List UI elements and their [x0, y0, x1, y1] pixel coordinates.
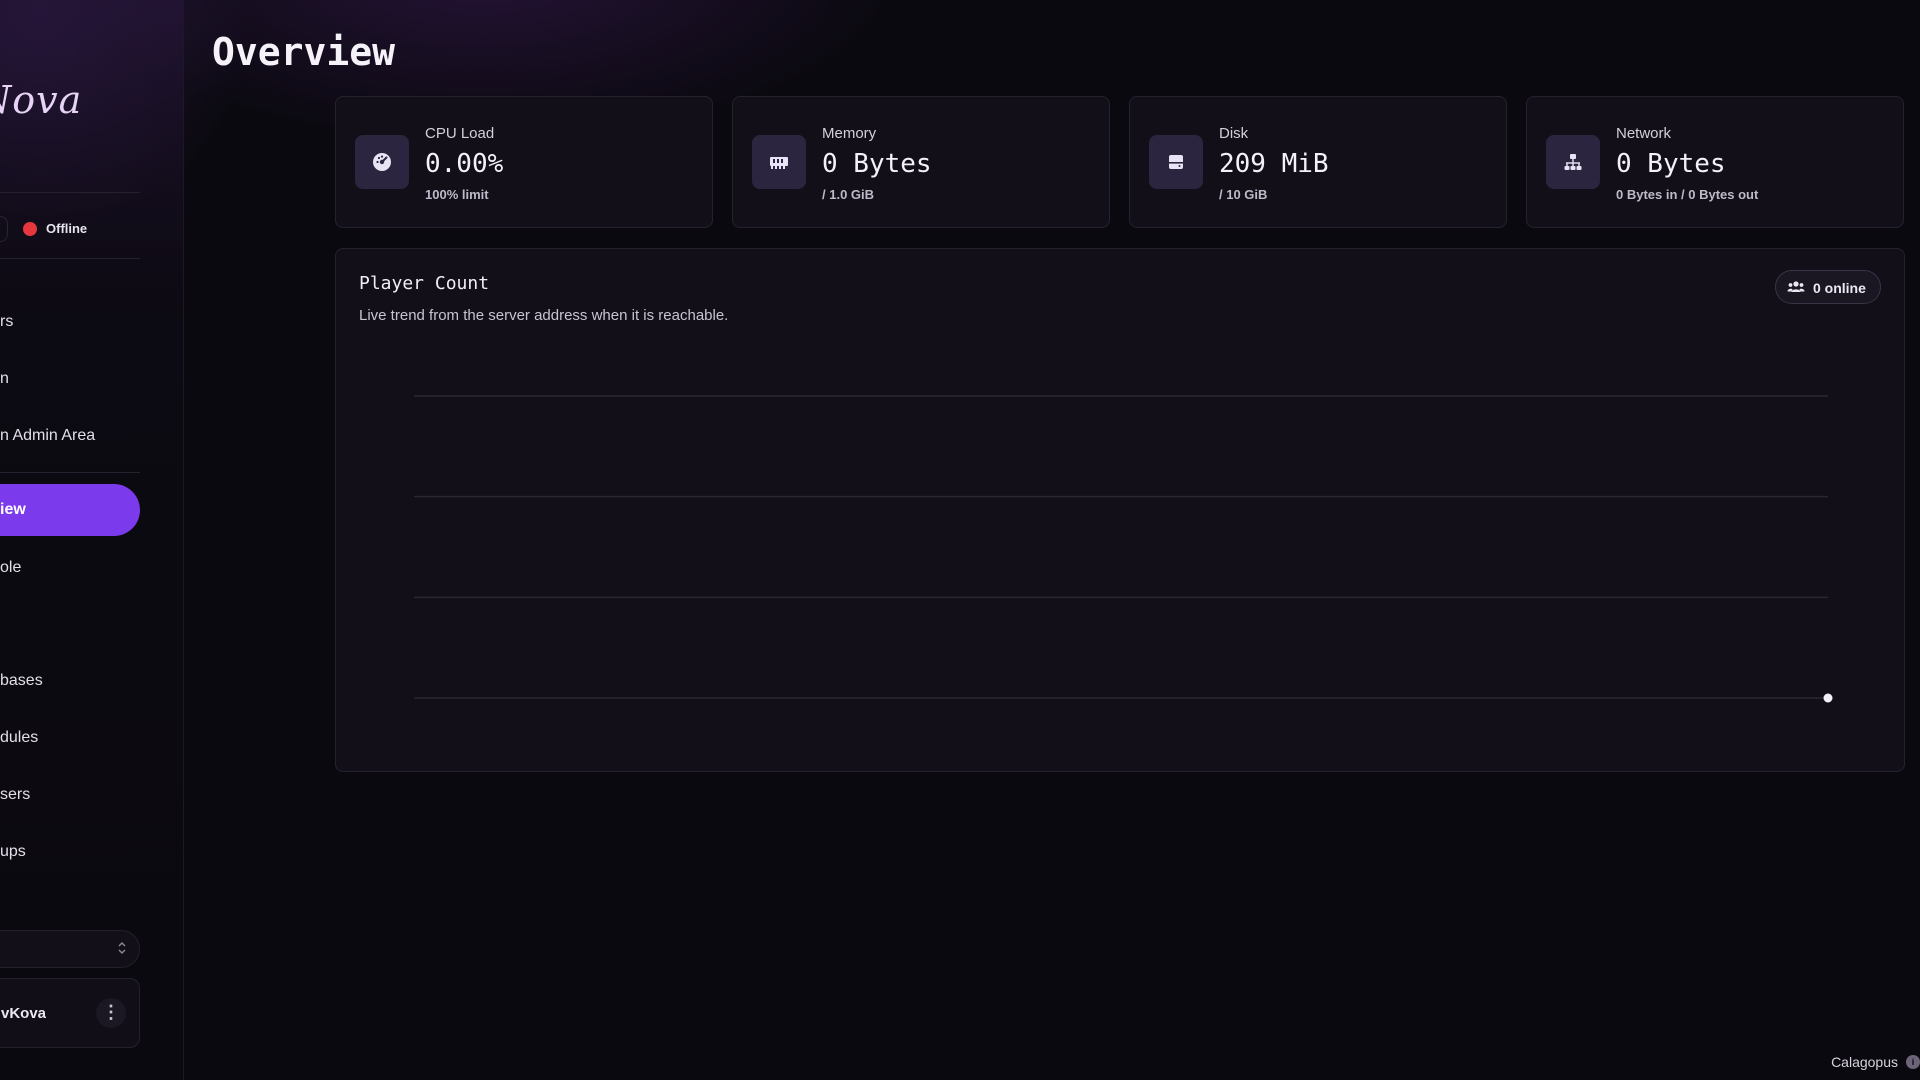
memory-icon: [752, 135, 806, 189]
player-count-card: Player Count Live trend from the server …: [335, 248, 1905, 772]
stat-card-network: Network 0 Bytes 0 Bytes in / 0 Bytes out: [1526, 96, 1904, 228]
stat-label: CPU Load: [425, 125, 495, 142]
online-badge[interactable]: 0 online: [1775, 270, 1881, 304]
disk-icon: [1149, 135, 1203, 189]
stat-label: Network: [1616, 125, 1672, 142]
brand-logo[interactable]: Nova: [0, 78, 82, 122]
stat-card-memory: Memory 0 Bytes / 1.0 GiB: [732, 96, 1110, 228]
more-vertical-icon: ⋮: [102, 1002, 120, 1022]
app-root: Nova Offline rs n n Admin Area iew ole b…: [0, 0, 1920, 1080]
online-count-label: 0 online: [1813, 280, 1866, 296]
stat-label: Memory: [822, 125, 877, 142]
status-label: Offline: [46, 221, 88, 236]
stat-value: 0 Bytes: [1616, 149, 1726, 179]
player-count-subtitle: Live trend from the server address when …: [359, 307, 729, 324]
status-prev-control[interactable]: [0, 216, 8, 242]
player-count-chart: [414, 395, 1833, 703]
sidebar-item-label: bases: [0, 672, 43, 689]
page-title: Overview: [212, 30, 396, 74]
sidebar-item-admin-area[interactable]: n Admin Area: [0, 418, 140, 454]
sidebar-item-servers[interactable]: rs: [0, 304, 140, 340]
sidebar-item-label: ole: [0, 559, 22, 576]
stat-sub: 100% limit: [425, 187, 489, 202]
chevron-updown-icon: [117, 939, 127, 958]
stat-value: 0 Bytes: [822, 149, 932, 179]
sidebar-item-overview[interactable]: iew: [0, 484, 140, 536]
user-name: vKova: [1, 1005, 47, 1022]
cpu-gauge-icon: [355, 135, 409, 189]
users-icon: [1787, 280, 1805, 297]
sidebar-item-label: n Admin Area: [0, 427, 96, 444]
sidebar-item-databases[interactable]: bases: [0, 663, 140, 699]
stat-value: 209 MiB: [1219, 149, 1329, 179]
stat-card-disk: Disk 209 MiB / 10 GiB: [1129, 96, 1507, 228]
sidebar-item-label: iew: [0, 501, 26, 518]
sidebar-item-label: ups: [0, 843, 26, 860]
sidebar-item-label: dules: [0, 729, 39, 746]
server-select[interactable]: [0, 930, 140, 968]
info-icon[interactable]: i: [1906, 1055, 1920, 1069]
footer-brand: Calagopus: [1831, 1054, 1898, 1070]
chart-point[interactable]: [1823, 693, 1833, 703]
sidebar-item-console[interactable]: ole: [0, 550, 140, 586]
sidebar: Nova Offline rs n n Admin Area iew ole b…: [0, 0, 184, 1080]
sidebar-item-backups[interactable]: ups: [0, 834, 140, 870]
stat-label: Disk: [1219, 125, 1249, 142]
user-card[interactable]: vKova ⋮: [0, 978, 140, 1048]
stat-sub: / 10 GiB: [1219, 187, 1268, 202]
stat-sub: 0 Bytes in / 0 Bytes out: [1616, 187, 1759, 202]
sidebar-item-label: n: [0, 370, 9, 387]
sidebar-item-schedules[interactable]: dules: [0, 720, 140, 756]
server-status: Offline: [0, 216, 140, 242]
player-count-title: Player Count: [359, 273, 490, 294]
sidebar-item-label: sers: [0, 786, 31, 803]
sidebar-item-label: rs: [0, 313, 14, 330]
stat-card-cpu: CPU Load 0.00% 100% limit: [335, 96, 713, 228]
user-menu-button[interactable]: ⋮: [96, 998, 126, 1028]
sidebar-divider: [0, 258, 140, 259]
status-offline-dot: [23, 222, 37, 236]
network-icon: [1546, 135, 1600, 189]
sidebar-divider: [0, 192, 140, 193]
sidebar-item-users[interactable]: sers: [0, 777, 140, 813]
stat-value: 0.00%: [425, 149, 504, 179]
sidebar-item-account[interactable]: n: [0, 361, 140, 397]
sidebar-divider: [0, 472, 140, 473]
stat-sub: / 1.0 GiB: [822, 187, 875, 202]
